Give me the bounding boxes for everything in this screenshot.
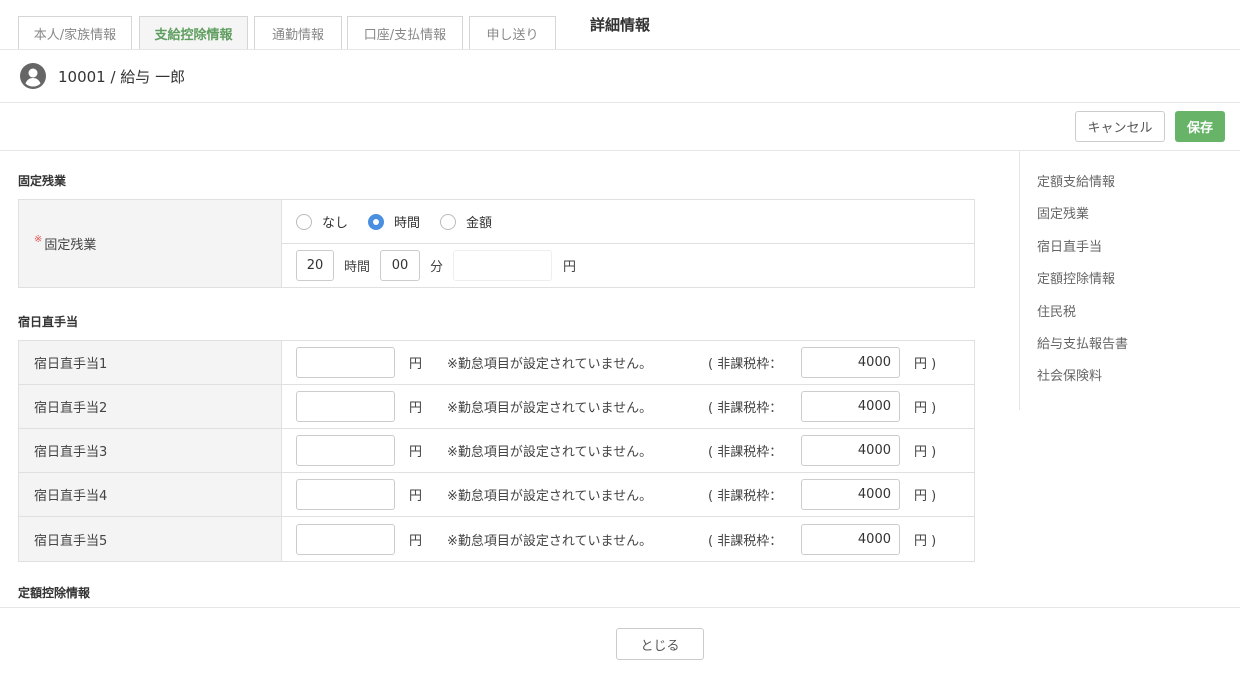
attendance-notice: ※勤怠項目が設定されていません。 (447, 357, 653, 372)
night-duty-label: 宿日直手当5 (19, 517, 282, 561)
tax-free-label: ( 非課税枠： (708, 489, 783, 504)
night-duty-label: 宿日直手当2 (19, 385, 282, 428)
tab-commute[interactable]: 通勤情報 (254, 16, 342, 49)
dialog-title: 詳細情報 (589, 16, 650, 34)
night-duty-amount-input[interactable] (296, 435, 395, 466)
fixed-overtime-label: 固定残業 (44, 238, 97, 253)
tax-free-label: ( 非課税枠： (708, 357, 783, 372)
tab-handover-notes[interactable]: 申し送り (469, 16, 556, 49)
yen-unit-label: 円 (409, 357, 423, 372)
yen-unit-label: 円 (409, 533, 423, 549)
tab-account-payment[interactable]: 口座/支払情報 (347, 16, 463, 49)
tax-free-unit-close: 円 ) (914, 533, 937, 549)
tax-free-label: ( 非課税枠： (708, 445, 783, 460)
minutes-unit-label: 分 (430, 260, 444, 275)
night-duty-amount-input[interactable] (296, 391, 395, 422)
tax-free-limit-input[interactable]: 4000 (801, 479, 900, 510)
close-button[interactable]: とじる (616, 628, 704, 660)
tab-payment-deduction[interactable]: 支給控除情報 (139, 16, 248, 49)
yen-unit-label: 円 (409, 445, 423, 460)
night-duty-row: 宿日直手当5 円 ※勤怠項目が設定されていません。 ( 非課税枠： 4000 円… (19, 517, 974, 561)
fixed-overtime-table: ※ 固定残業 なし 時間 金額 20 時間 00 分 円 (18, 199, 975, 288)
save-button[interactable]: 保存 (1175, 111, 1225, 142)
tax-free-limit-input[interactable]: 4000 (801, 523, 900, 555)
section-title-fixed-deduction: 定額控除情報 (18, 586, 91, 600)
radio-hours-label: 時間 (394, 216, 421, 231)
attendance-notice: ※勤怠項目が設定されていません。 (447, 533, 653, 549)
nav-item-social-insurance[interactable]: 社会保険料 (1020, 367, 1240, 399)
tax-free-unit-close: 円 ) (914, 401, 937, 416)
nav-item-resident-tax[interactable]: 住民税 (1020, 303, 1240, 335)
night-duty-label: 宿日直手当1 (19, 341, 282, 384)
tax-free-unit-close: 円 ) (914, 489, 937, 504)
section-title-fixed-overtime: 固定残業 (18, 174, 67, 188)
amount-input-disabled (453, 250, 553, 281)
user-info-row: 10001 / 給与 一郎 (0, 50, 1240, 103)
night-duty-amount-input[interactable] (296, 347, 395, 378)
radio-amount[interactable] (440, 213, 457, 230)
yen-unit-label: 円 (409, 401, 423, 416)
section-title-night-duty: 宿日直手当 (18, 315, 79, 329)
nav-item-fixed-overtime[interactable]: 固定残業 (1020, 205, 1240, 237)
user-avatar-icon (20, 63, 46, 89)
attendance-notice: ※勤怠項目が設定されていません。 (447, 401, 653, 416)
required-mark: ※ (34, 234, 43, 245)
radio-amount-label: 金額 (466, 216, 493, 231)
fixed-overtime-inputs: 20 時間 00 分 円 (282, 244, 974, 287)
amount-unit-label: 円 (563, 260, 577, 275)
night-duty-label: 宿日直手当3 (19, 429, 282, 472)
night-duty-row: 宿日直手当4 円 ※勤怠項目が設定されていません。 ( 非課税枠： 4000 円… (19, 473, 974, 517)
night-duty-table: 宿日直手当1 円 ※勤怠項目が設定されていません。 ( 非課税枠： 4000 円… (18, 340, 975, 562)
tax-free-unit-close: 円 ) (914, 445, 937, 460)
fixed-overtime-label-cell: ※ 固定残業 (19, 200, 282, 287)
fixed-overtime-type-radio-group: なし 時間 金額 (282, 200, 974, 244)
night-duty-label: 宿日直手当4 (19, 473, 282, 516)
attendance-notice: ※勤怠項目が設定されていません。 (447, 445, 653, 460)
yen-unit-label: 円 (409, 489, 423, 504)
radio-none[interactable] (296, 213, 312, 230)
section-nav: 定額支給情報 固定残業 宿日直手当 定額控除情報 住民税 給与支払報告書 社会保… (1019, 151, 1240, 410)
tax-free-limit-input[interactable]: 4000 (801, 347, 900, 378)
nav-item-salary-report[interactable]: 給与支払報告書 (1020, 335, 1240, 367)
night-duty-row: 宿日直手当2 円 ※勤怠項目が設定されていません。 ( 非課税枠： 4000 円… (19, 385, 974, 429)
night-duty-amount-input[interactable] (296, 479, 395, 510)
hours-unit-label: 時間 (344, 260, 371, 275)
attendance-notice: ※勤怠項目が設定されていません。 (447, 489, 653, 504)
tab-bar (0, 103, 1240, 151)
minutes-input[interactable]: 00 (380, 250, 421, 281)
nav-item-fixed-deduction[interactable]: 定額控除情報 (1020, 270, 1240, 302)
tab-personal-family[interactable]: 本人/家族情報 (18, 16, 132, 49)
cancel-button[interactable]: キャンセル (1075, 111, 1165, 142)
radio-none-label: なし (322, 216, 349, 231)
night-duty-row: 宿日直手当3 円 ※勤怠項目が設定されていません。 ( 非課税枠： 4000 円… (19, 429, 974, 473)
hours-input[interactable]: 20 (296, 250, 334, 281)
night-duty-amount-input[interactable] (296, 523, 395, 555)
tax-free-label: ( 非課税枠： (708, 533, 783, 549)
nav-item-night-duty[interactable]: 宿日直手当 (1020, 238, 1240, 270)
night-duty-row: 宿日直手当1 円 ※勤怠項目が設定されていません。 ( 非課税枠： 4000 円… (19, 341, 974, 385)
radio-hours[interactable] (368, 213, 385, 230)
nav-item-fixed-payment[interactable]: 定額支給情報 (1020, 173, 1240, 205)
user-name: 10001 / 給与 一郎 (58, 67, 186, 86)
tax-free-limit-input[interactable]: 4000 (801, 435, 900, 466)
tax-free-limit-input[interactable]: 4000 (801, 391, 900, 422)
tax-free-unit-close: 円 ) (914, 357, 937, 372)
tax-free-label: ( 非課税枠： (708, 401, 783, 416)
